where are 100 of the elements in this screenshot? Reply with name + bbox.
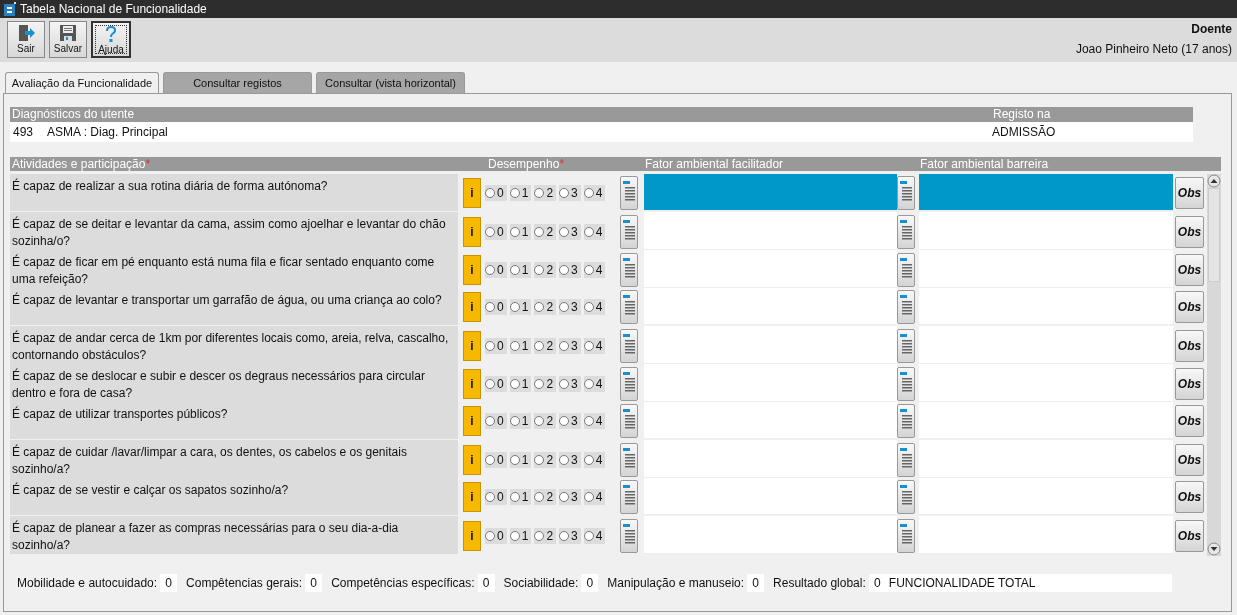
list-button[interactable]: [897, 176, 915, 210]
input-field[interactable]: [644, 440, 897, 478]
exit-button[interactable]: Sair: [7, 21, 45, 58]
radio-button[interactable]: [534, 416, 545, 426]
input-field[interactable]: [919, 174, 1173, 211]
list-button[interactable]: [897, 366, 915, 401]
list-button[interactable]: [620, 366, 638, 401]
info-button[interactable]: i: [463, 444, 481, 475]
radio-button[interactable]: [583, 378, 594, 389]
list-button[interactable]: [897, 518, 915, 553]
list-button[interactable]: [897, 404, 915, 438]
radio-button[interactable]: [583, 530, 594, 541]
list-button[interactable]: [897, 290, 915, 324]
list-button[interactable]: [620, 214, 638, 249]
input-field[interactable]: [644, 174, 897, 211]
radio-button[interactable]: [534, 378, 545, 389]
radio-button[interactable]: [534, 340, 545, 351]
radio-button[interactable]: [583, 264, 594, 275]
list-button[interactable]: [620, 518, 638, 553]
radio-button[interactable]: [485, 188, 495, 198]
radio-button[interactable]: [534, 264, 545, 275]
radio-button[interactable]: [509, 302, 520, 312]
list-button[interactable]: [620, 176, 638, 210]
input-field[interactable]: [644, 516, 897, 554]
input-field[interactable]: [644, 212, 897, 250]
list-button[interactable]: [620, 480, 638, 514]
tab[interactable]: Avaliação da Funcionalidade: [5, 72, 159, 93]
list-button[interactable]: [897, 480, 915, 514]
radio-button[interactable]: [509, 378, 520, 389]
save-button[interactable]: Salvar: [49, 21, 87, 58]
radio-button[interactable]: [509, 188, 520, 198]
radio-button[interactable]: [559, 340, 570, 351]
radio-button[interactable]: [534, 188, 545, 198]
radio-button[interactable]: [583, 454, 594, 465]
list-button[interactable]: [897, 328, 915, 363]
info-button[interactable]: i: [463, 368, 481, 399]
input-field[interactable]: [644, 326, 897, 364]
list-button[interactable]: [620, 404, 638, 438]
radio-button[interactable]: [583, 416, 594, 426]
radio-button[interactable]: [559, 492, 570, 502]
list-button[interactable]: [897, 442, 915, 477]
radio-button[interactable]: [485, 302, 495, 312]
radio-button[interactable]: [559, 188, 570, 198]
radio-button[interactable]: [534, 302, 545, 312]
radio-button[interactable]: [509, 340, 520, 351]
obs-button[interactable]: Obs: [1175, 329, 1204, 362]
radio-button[interactable]: [559, 530, 570, 541]
radio-button[interactable]: [583, 188, 594, 198]
scroll-thumb[interactable]: [1208, 188, 1220, 282]
radio-button[interactable]: [559, 264, 570, 275]
obs-button[interactable]: Obs: [1175, 253, 1204, 286]
tab[interactable]: Consultar registos: [163, 72, 312, 93]
radio-button[interactable]: [485, 416, 495, 426]
list-button[interactable]: [897, 214, 915, 249]
radio-button[interactable]: [559, 302, 570, 312]
info-button[interactable]: i: [463, 178, 481, 208]
info-button[interactable]: i: [463, 406, 481, 436]
info-button[interactable]: i: [463, 482, 481, 512]
obs-button[interactable]: Obs: [1175, 367, 1204, 400]
tab[interactable]: Consultar (vista horizontal): [316, 72, 465, 93]
obs-button[interactable]: Obs: [1175, 177, 1204, 209]
radio-button[interactable]: [583, 340, 594, 351]
list-button[interactable]: [620, 252, 638, 287]
obs-button[interactable]: Obs: [1175, 481, 1204, 513]
radio-button[interactable]: [534, 492, 545, 502]
info-button[interactable]: i: [463, 292, 481, 322]
list-button[interactable]: [620, 290, 638, 324]
radio-button[interactable]: [509, 416, 520, 426]
input-field[interactable]: [644, 478, 897, 515]
radio-button[interactable]: [485, 492, 495, 502]
radio-button[interactable]: [485, 454, 495, 465]
scroll-down-icon[interactable]: [1207, 542, 1221, 556]
scroll-up-icon[interactable]: [1207, 174, 1221, 188]
input-field[interactable]: [644, 288, 897, 325]
radio-button[interactable]: [485, 378, 495, 389]
input-field[interactable]: [644, 250, 897, 288]
scrollbar[interactable]: [1207, 174, 1221, 556]
radio-button[interactable]: [559, 226, 570, 237]
radio-button[interactable]: [534, 226, 545, 237]
list-button[interactable]: [620, 328, 638, 363]
info-button[interactable]: i: [463, 216, 481, 247]
obs-button[interactable]: Obs: [1175, 405, 1204, 437]
radio-button[interactable]: [583, 226, 594, 237]
radio-button[interactable]: [485, 226, 495, 237]
radio-button[interactable]: [534, 530, 545, 541]
radio-button[interactable]: [485, 340, 495, 351]
radio-button[interactable]: [509, 264, 520, 275]
obs-button[interactable]: Obs: [1175, 291, 1204, 323]
input-field[interactable]: [644, 364, 897, 402]
radio-button[interactable]: [485, 530, 495, 541]
obs-button[interactable]: Obs: [1175, 215, 1204, 248]
radio-button[interactable]: [559, 416, 570, 426]
radio-button[interactable]: [583, 492, 594, 502]
radio-button[interactable]: [559, 454, 570, 465]
radio-button[interactable]: [509, 226, 520, 237]
radio-button[interactable]: [534, 454, 545, 465]
radio-button[interactable]: [509, 530, 520, 541]
radio-button[interactable]: [509, 454, 520, 465]
info-button[interactable]: i: [463, 330, 481, 361]
info-button[interactable]: i: [463, 254, 481, 285]
